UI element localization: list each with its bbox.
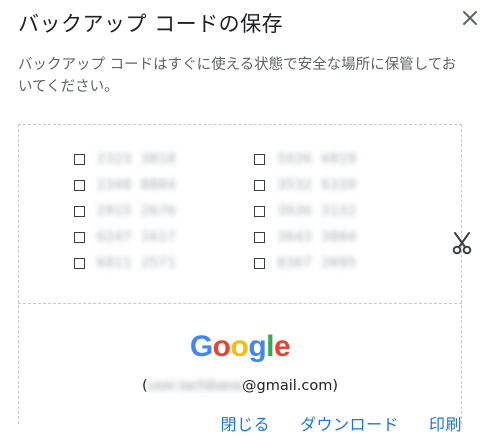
logo-letter: g [248, 330, 267, 363]
code-row: 2323 3818 [74, 146, 176, 172]
backup-code: 2323 3818 [97, 151, 177, 167]
backup-code: 6247 1617 [97, 229, 177, 245]
code-row: 5926 6819 [254, 146, 356, 172]
code-row: 3532 6339 [254, 172, 356, 198]
backup-code: 6811 2571 [97, 255, 177, 271]
logo-letter: o [212, 330, 231, 363]
dialog-actions: 閉じる ダウンロード 印刷 [220, 411, 462, 435]
account-domain: @gmail.com) [241, 378, 338, 394]
checkbox[interactable] [254, 231, 266, 243]
google-logo: Google [0, 330, 480, 364]
code-row: 6247 1617 [74, 224, 176, 250]
checkbox[interactable] [74, 205, 85, 217]
checkbox[interactable] [74, 231, 85, 243]
account-email: (user.tachibana@gmail.com) [0, 378, 480, 394]
close-icon [463, 11, 477, 25]
masked-username: user.tachibana [147, 378, 242, 394]
dialog-title: バックアップ コードの保存 [18, 12, 284, 36]
backup-code: 3532 6339 [277, 177, 357, 193]
logo-letter: o [230, 330, 249, 363]
code-row: 2915 2676 [74, 198, 176, 224]
checkbox[interactable] [254, 205, 266, 217]
dialog-description: バックアップ コードはすぐに使える状態で安全な場所に保管しておいてください。 [18, 57, 457, 95]
checkbox[interactable] [74, 179, 85, 191]
close-dialog-button[interactable]: 閉じる [220, 411, 270, 435]
codes-column-right: 5926 6819 3532 6339 3936 3132 3643 3804 … [254, 146, 356, 276]
close-button[interactable] [456, 4, 480, 32]
logo-letter: e [273, 330, 291, 363]
checkbox[interactable] [254, 179, 266, 191]
backup-code: 2340 8884 [97, 177, 177, 193]
backup-code: 3936 3132 [277, 203, 357, 219]
checkbox[interactable] [74, 257, 85, 269]
backup-code: 5926 6819 [277, 151, 357, 167]
card-divider [18, 303, 462, 304]
codes-column-left: 2323 3818 2340 8884 2915 2676 6247 1617 … [74, 146, 176, 276]
code-row: 6811 2571 [74, 250, 176, 276]
backup-code: 8367 2095 [277, 255, 357, 271]
backup-code: 2915 2676 [97, 203, 177, 219]
logo-letter: G [189, 330, 213, 363]
checkbox[interactable] [254, 153, 266, 165]
code-row: 8367 2095 [254, 250, 356, 276]
download-button[interactable]: ダウンロード [300, 411, 399, 435]
checkbox[interactable] [254, 257, 266, 269]
code-row: 3936 3132 [254, 198, 356, 224]
scissors-icon [452, 232, 472, 255]
backup-code: 3643 3804 [277, 229, 357, 245]
print-button[interactable]: 印刷 [429, 411, 462, 435]
logo-letter: l [266, 330, 274, 363]
backup-codes-grid: 2323 3818 2340 8884 2915 2676 6247 1617 … [74, 146, 357, 276]
code-row: 2340 8884 [74, 172, 176, 198]
code-row: 3643 3804 [254, 224, 356, 250]
checkbox[interactable] [74, 153, 85, 165]
